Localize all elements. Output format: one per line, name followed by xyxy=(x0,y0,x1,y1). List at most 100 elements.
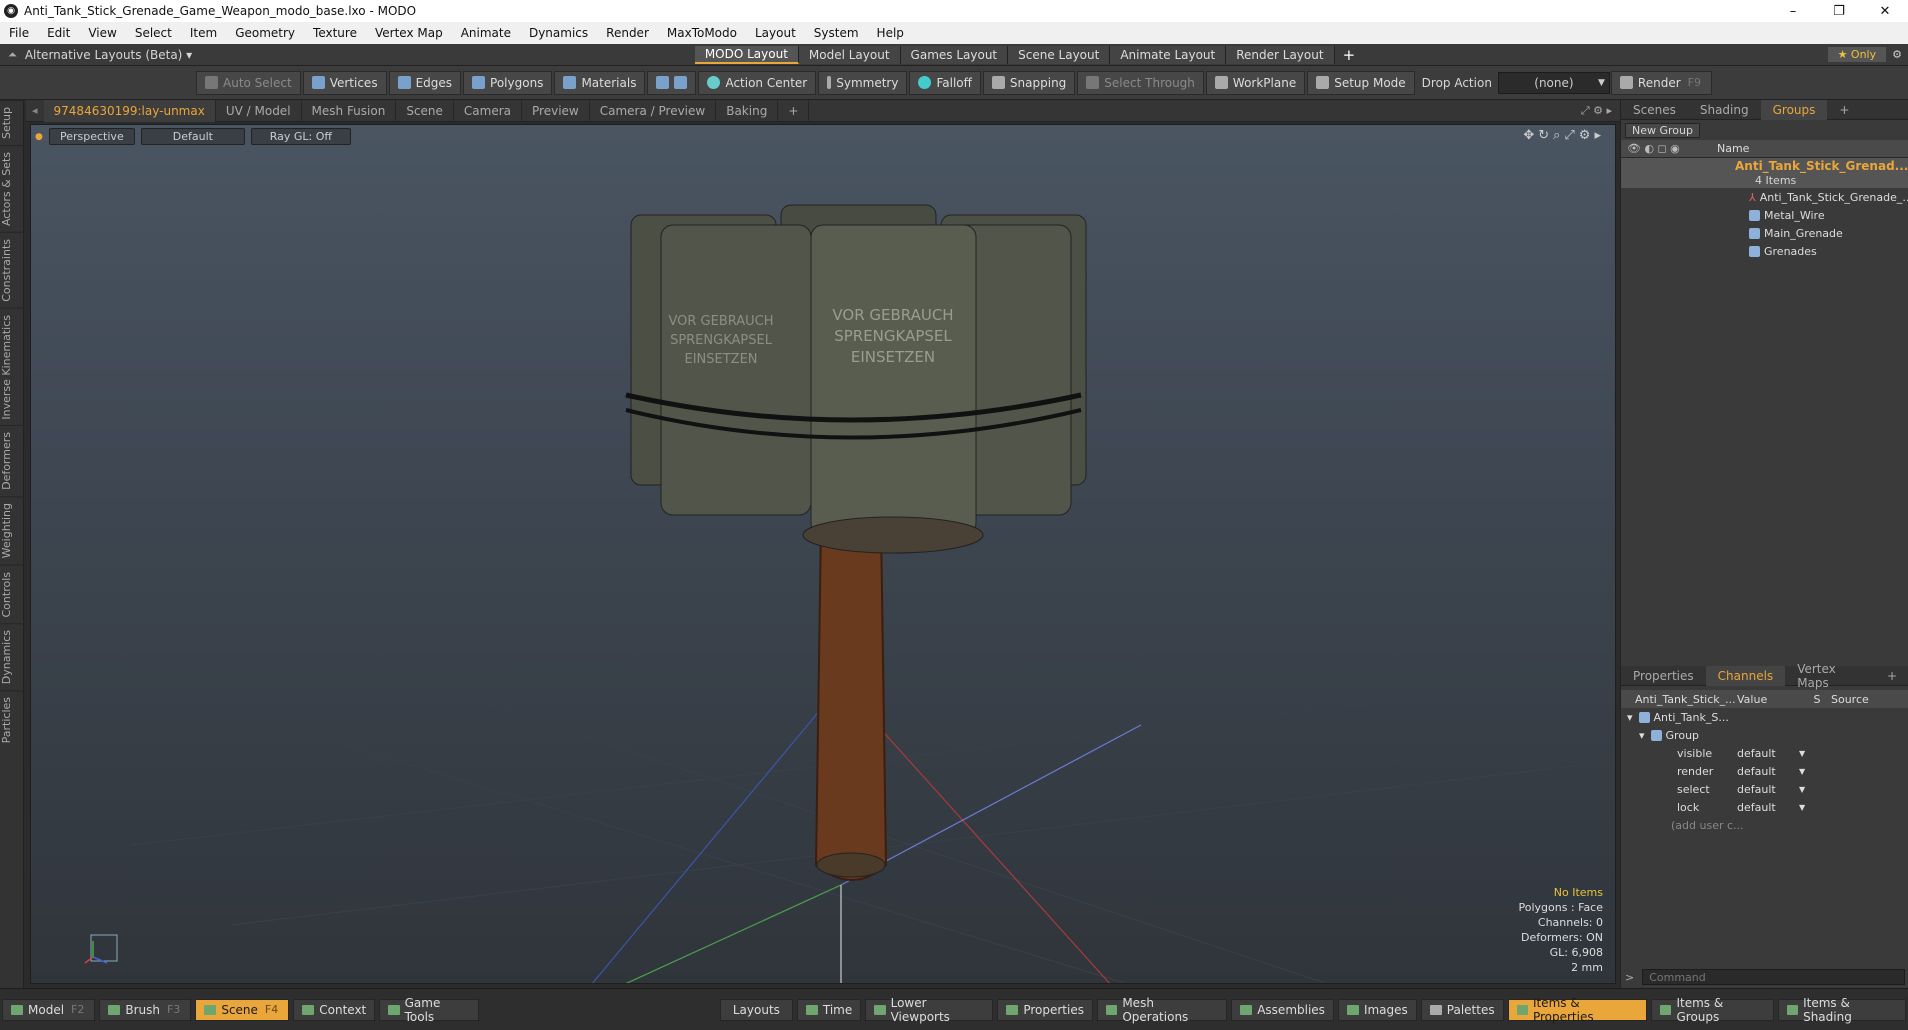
action-center-button[interactable]: Action Center xyxy=(698,70,817,95)
layout-gear-icon[interactable]: ⚙ xyxy=(1892,48,1902,61)
vtab-deformers[interactable]: Deformers xyxy=(0,425,24,497)
menu-texture[interactable]: Texture xyxy=(304,26,366,40)
time-button[interactable]: Time xyxy=(796,998,862,1021)
items-groups-button[interactable]: Items & Groups xyxy=(1651,996,1774,1024)
channels-group-row[interactable]: ▾ Group xyxy=(1621,726,1908,744)
channel-value-lock[interactable]: default xyxy=(1733,801,1799,814)
tab-baking[interactable]: Baking xyxy=(716,99,779,122)
layouts-button[interactable]: Layouts xyxy=(719,998,793,1021)
items-shading-button[interactable]: Items & Shading xyxy=(1777,996,1906,1024)
group-child-row[interactable]: Metal_Wire xyxy=(1621,206,1908,224)
vtab-particles[interactable]: Particles xyxy=(0,690,24,750)
layout-lock-icon[interactable]: ⏶ xyxy=(8,48,17,62)
tab-modo-layout[interactable]: MODO Layout xyxy=(694,45,799,64)
tab-shading[interactable]: Shading xyxy=(1688,100,1761,120)
channel-value-select[interactable]: default xyxy=(1733,783,1799,796)
menu-system[interactable]: System xyxy=(805,26,868,40)
model-button[interactable]: Model F2 xyxy=(2,998,96,1021)
falloff-button[interactable]: Falloff xyxy=(909,70,981,95)
channel-row-select[interactable]: select default ▼ xyxy=(1621,780,1908,798)
menu-render[interactable]: Render xyxy=(597,26,658,40)
menu-select[interactable]: Select xyxy=(126,26,181,40)
channel-value-visible[interactable]: default xyxy=(1733,747,1799,760)
command-input[interactable] xyxy=(1642,969,1905,985)
properties-button[interactable]: Properties xyxy=(997,998,1093,1021)
vtab-inverse-kinematics[interactable]: Inverse Kinematics xyxy=(0,307,24,426)
3d-viewport[interactable]: ● Perspective Default Ray GL: Off ✥↻⌕⤢⚙▸ xyxy=(30,124,1616,984)
edges-button[interactable]: Edges xyxy=(388,70,462,95)
add-channels-tab-button[interactable]: + xyxy=(1875,666,1908,686)
menu-help[interactable]: Help xyxy=(868,26,913,40)
vtab-controls[interactable]: Controls xyxy=(0,564,24,624)
assemblies-button[interactable]: Assemblies xyxy=(1231,998,1334,1021)
channel-row-render[interactable]: render default ▼ xyxy=(1621,762,1908,780)
chevron-down-icon[interactable]: ▼ xyxy=(1799,803,1805,812)
tab-channels[interactable]: Channels xyxy=(1705,665,1786,686)
drop-action-select[interactable]: (none) ▼ xyxy=(1497,71,1610,94)
vtab-constraints[interactable]: Constraints xyxy=(0,232,24,308)
tab-vertex-maps[interactable]: Vertex Maps xyxy=(1785,662,1875,690)
group-child-row[interactable]: Main_Grenade xyxy=(1621,224,1908,242)
menu-view[interactable]: View xyxy=(79,26,125,40)
tab-preview[interactable]: Preview xyxy=(522,99,590,122)
only-toggle[interactable]: ★ Only xyxy=(1827,47,1887,62)
tab-uv-model[interactable]: UV / Model xyxy=(216,99,302,122)
viewport-maximize-icon[interactable]: ⤢ ⚙ ▸ xyxy=(1573,104,1620,118)
scene-button[interactable]: Scene F4 xyxy=(195,998,290,1021)
render-button[interactable]: Render F9 xyxy=(1610,70,1712,95)
menu-maxtomodo[interactable]: MaxToModo xyxy=(658,26,746,40)
group-child-row[interactable]: ⅄ Anti_Tank_Stick_Grenade_... xyxy=(1621,188,1908,206)
tab-properties[interactable]: Properties xyxy=(1621,666,1706,686)
tab-scenes[interactable]: Scenes xyxy=(1621,100,1688,120)
mesh-operations-button[interactable]: Mesh Operations xyxy=(1096,996,1228,1024)
tab-render-layout[interactable]: Render Layout xyxy=(1226,45,1335,64)
tab-camera[interactable]: Camera xyxy=(454,99,523,122)
channel-row-visible[interactable]: visible default ▼ xyxy=(1621,744,1908,762)
chevron-down-icon[interactable]: ▼ xyxy=(1799,749,1805,758)
tab-lay-unmax[interactable]: 97484630199:lay-unmax xyxy=(43,99,216,122)
channel-row-lock[interactable]: lock default ▼ xyxy=(1621,798,1908,816)
group-child-row[interactable]: Grenades xyxy=(1621,242,1908,260)
menu-item[interactable]: Item xyxy=(181,26,226,40)
vtab-dynamics[interactable]: Dynamics xyxy=(0,623,24,691)
minimize-button[interactable]: – xyxy=(1770,4,1816,19)
select-through-button[interactable]: Select Through xyxy=(1077,70,1204,95)
tab-animate-layout[interactable]: Animate Layout xyxy=(1110,45,1227,64)
add-panel-tab-button[interactable]: + xyxy=(1827,100,1861,120)
brush-button[interactable]: Brush F3 xyxy=(99,998,192,1021)
tab-games-layout[interactable]: Games Layout xyxy=(900,45,1009,64)
menu-geometry[interactable]: Geometry xyxy=(226,26,304,40)
context-button[interactable]: Context xyxy=(293,998,376,1021)
vertices-button[interactable]: Vertices xyxy=(302,70,387,95)
vtab-weighting[interactable]: Weighting xyxy=(0,496,24,565)
tab-groups[interactable]: Groups xyxy=(1760,99,1828,120)
maximize-button[interactable]: ❐ xyxy=(1816,4,1862,19)
menu-vertex-map[interactable]: Vertex Map xyxy=(366,26,452,40)
channels-item-row[interactable]: ▾ Anti_Tank_S... xyxy=(1621,708,1908,726)
viewport-menu-icon[interactable]: ◂ xyxy=(26,104,44,117)
materials-button[interactable]: Materials xyxy=(554,70,646,95)
setup-mode-button[interactable]: Setup Mode xyxy=(1307,70,1415,95)
lower-viewports-button[interactable]: Lower Viewports xyxy=(865,996,994,1024)
alternative-layouts-dropdown[interactable]: Alternative Layouts (Beta) ▾ xyxy=(25,48,695,62)
vtab-actors-sets[interactable]: Actors & Sets xyxy=(0,145,24,233)
add-layout-button[interactable]: + xyxy=(1343,46,1356,64)
group-root-row[interactable]: Anti_Tank_Stick_Grenad... 4 Items xyxy=(1621,158,1908,188)
chevron-down-icon[interactable]: ▼ xyxy=(1799,767,1805,776)
items-properties-button[interactable]: Items & Properties xyxy=(1507,996,1648,1024)
menu-file[interactable]: File xyxy=(0,26,38,40)
vtab-setup[interactable]: Setup xyxy=(0,100,24,146)
menu-dynamics[interactable]: Dynamics xyxy=(520,26,597,40)
game-tools-button[interactable]: Game Tools xyxy=(379,996,479,1024)
tab-scene[interactable]: Scene xyxy=(396,99,454,122)
close-button[interactable]: ✕ xyxy=(1862,4,1908,19)
palettes-button[interactable]: Palettes xyxy=(1420,998,1504,1021)
menu-animate[interactable]: Animate xyxy=(452,26,520,40)
menu-layout[interactable]: Layout xyxy=(746,26,805,40)
images-button[interactable]: Images xyxy=(1337,998,1417,1021)
tab-mesh-fusion[interactable]: Mesh Fusion xyxy=(302,99,397,122)
snapping-button[interactable]: Snapping xyxy=(982,70,1076,95)
tab-scene-layout[interactable]: Scene Layout xyxy=(1008,45,1111,64)
symmetry-button[interactable]: Symmetry xyxy=(818,70,908,95)
chevron-down-icon[interactable]: ▼ xyxy=(1799,785,1805,794)
